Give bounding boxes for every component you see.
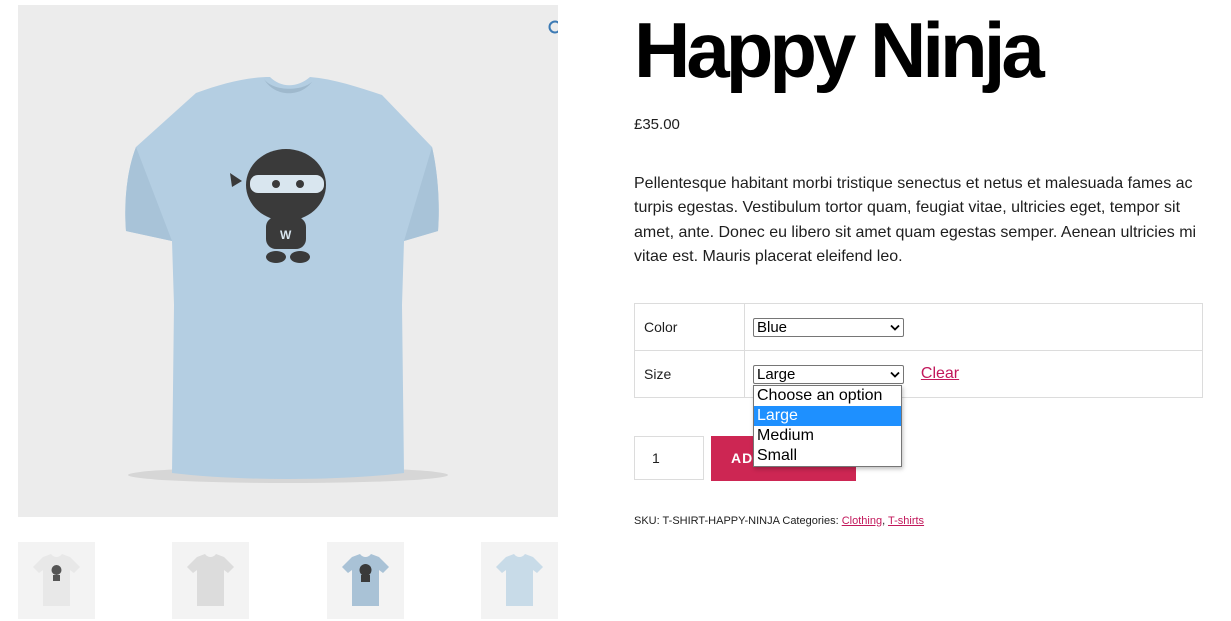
- clear-link[interactable]: Clear: [921, 365, 959, 383]
- size-select[interactable]: Large: [753, 364, 904, 384]
- color-label: Color: [634, 303, 745, 351]
- variations-table: Color Blue Size Large Clear: [634, 303, 1203, 398]
- magnifier-icon[interactable]: [547, 19, 558, 39]
- chevron-down-icon: [890, 324, 900, 331]
- gray-tshirt-thumbnail[interactable]: [172, 542, 249, 619]
- size-dropdown-list: Choose an option Large Medium Small: [753, 385, 902, 467]
- sku-label: SKU:: [634, 515, 660, 527]
- size-select-value: Large: [757, 365, 796, 383]
- variation-row-color: Color Blue: [634, 303, 1203, 351]
- color-select[interactable]: Blue: [753, 317, 904, 337]
- category-link-clothing[interactable]: Clothing: [842, 515, 882, 527]
- color-cell: Blue: [744, 303, 1203, 351]
- tshirt-thumbnail-icon: [33, 554, 80, 606]
- size-option-small[interactable]: Small: [754, 446, 901, 466]
- blue-ninja-tshirt-thumbnail[interactable]: [327, 542, 404, 619]
- quantity-input[interactable]: 1: [634, 436, 704, 480]
- white-ninja-tshirt-thumbnail[interactable]: [18, 542, 95, 619]
- variation-row-size: Size Large Clear: [634, 350, 1203, 398]
- svg-text:W: W: [280, 228, 292, 242]
- tshirt-thumbnail-icon: [187, 554, 234, 606]
- size-option-choose[interactable]: Choose an option: [754, 386, 901, 406]
- chevron-down-icon: [890, 371, 900, 378]
- categories-label: Categories:: [782, 515, 839, 527]
- product-meta: SKU: T-SHIRT-HAPPY-NINJA Categories: Clo…: [634, 515, 924, 527]
- product-main-image[interactable]: W: [18, 5, 558, 517]
- category-link-tshirts[interactable]: T-shirts: [888, 515, 924, 527]
- tshirt-thumbnail-icon: [496, 554, 543, 606]
- product-title: Happy Ninja: [634, 6, 1045, 94]
- color-select-value: Blue: [757, 318, 788, 336]
- size-label: Size: [634, 350, 745, 398]
- product-description: Pellentesque habitant morbi tristique se…: [634, 175, 1197, 265]
- tshirt-image: W: [125, 77, 448, 483]
- product-price: £35.00: [634, 116, 680, 133]
- size-option-medium[interactable]: Medium: [754, 426, 901, 446]
- tshirt-thumbnail-icon: [342, 554, 389, 606]
- light-blue-tshirt-thumbnail[interactable]: [481, 542, 558, 619]
- sku-value: T-SHIRT-HAPPY-NINJA: [662, 515, 780, 527]
- size-option-large[interactable]: Large: [754, 406, 901, 426]
